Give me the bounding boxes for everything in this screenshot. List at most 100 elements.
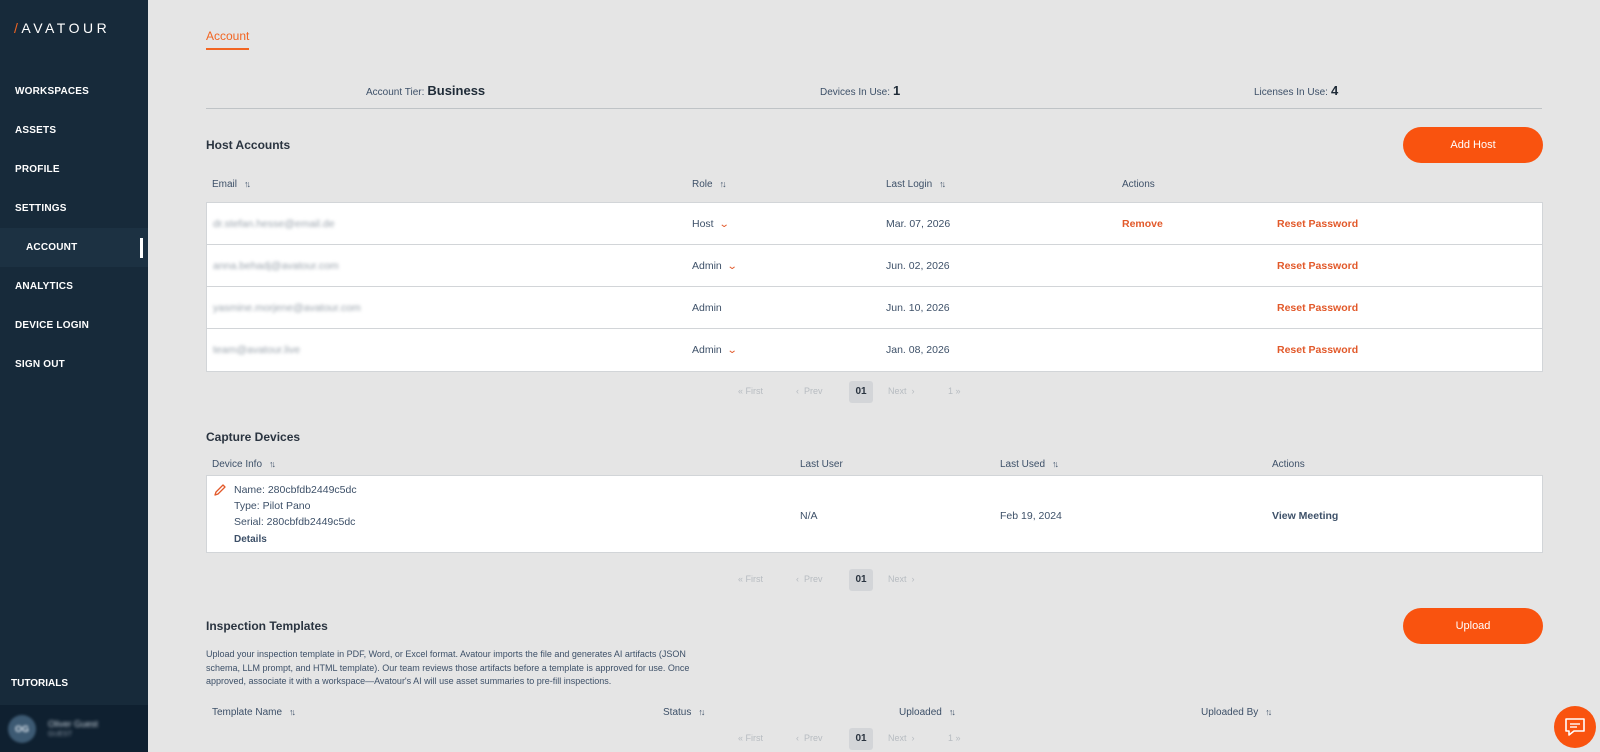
pagination-first[interactable]: « First	[738, 574, 763, 584]
column-header-status[interactable]: Status ↑↓	[663, 707, 705, 718]
column-header-role[interactable]: Role ↑↓	[692, 179, 727, 190]
last-used-cell: Feb 19, 2024	[1000, 510, 1062, 522]
column-header-device-actions: Actions	[1272, 459, 1305, 470]
last-user-cell: N/A	[800, 510, 818, 522]
reset-password-button[interactable]: Reset Password	[1277, 245, 1358, 287]
devices-in-use: Devices In Use: 1	[820, 83, 901, 98]
remove-button[interactable]: Remove	[1122, 203, 1163, 245]
pagination-next[interactable]: Next ›	[888, 386, 915, 396]
host-accounts-pagination: « First ‹ Prev 01 Next › 1 »	[738, 381, 988, 403]
chat-icon	[1565, 718, 1585, 736]
sidebar-item-sign-out[interactable]: SIGN OUT	[0, 345, 148, 384]
add-host-button[interactable]: Add Host	[1403, 127, 1543, 163]
reset-password-button[interactable]: Reset Password	[1277, 203, 1358, 245]
sidebar-item-assets[interactable]: ASSETS	[0, 111, 148, 150]
reset-password-button[interactable]: Reset Password	[1277, 329, 1358, 371]
pencil-icon[interactable]	[213, 483, 227, 497]
sidebar-nav: WORKSPACES ASSETS PROFILE SETTINGS ACCOU…	[0, 72, 148, 384]
column-header-uploaded[interactable]: Uploaded ↑↓	[899, 707, 956, 718]
sidebar: /AVATOUR WORKSPACES ASSETS PROFILE SETTI…	[0, 0, 148, 752]
capture-devices-title: Capture Devices	[206, 430, 301, 444]
sort-arrows-icon[interactable]: ↑↓	[720, 179, 727, 189]
column-header-last-used[interactable]: Last Used ↑↓	[1000, 459, 1059, 470]
pagination-last[interactable]: 1 »	[948, 733, 961, 743]
capture-devices-table: Name: 280cbfdb2449c5dc Type: Pilot Pano …	[206, 475, 1543, 553]
column-header-last-login[interactable]: Last Login ↑↓	[886, 179, 946, 190]
pagination-current-page[interactable]: 01	[849, 569, 873, 591]
sort-arrows-icon[interactable]: ↑↓	[949, 707, 956, 717]
pagination-current-page[interactable]: 01	[849, 381, 873, 403]
chevron-down-icon: ⌄	[726, 345, 738, 356]
upload-button[interactable]: Upload	[1403, 608, 1543, 644]
sidebar-item-analytics[interactable]: ANALYTICS	[0, 267, 148, 306]
pagination-prev[interactable]: ‹ Prev	[796, 733, 823, 743]
email-cell: anna.behadj@avatour.com	[213, 260, 339, 272]
inspection-templates-title: Inspection Templates	[206, 619, 328, 633]
pagination-current-page[interactable]: 01	[849, 728, 873, 750]
email-cell: dr.stefan.hesse@email.de	[213, 218, 335, 230]
pagination-last[interactable]: 1 »	[948, 386, 961, 396]
pagination-next[interactable]: Next ›	[888, 574, 915, 584]
chat-button[interactable]	[1554, 706, 1596, 748]
view-meeting-button[interactable]: View Meeting	[1272, 510, 1338, 522]
pagination-prev[interactable]: ‹ Prev	[796, 386, 823, 396]
sidebar-item-device-login[interactable]: DEVICE LOGIN	[0, 306, 148, 345]
chevron-down-icon: ⌄	[726, 261, 738, 272]
table-row: yasmine.morjene@avatour.com Admin Jun. 1…	[207, 287, 1542, 329]
sort-arrows-icon[interactable]: ↑↓	[1265, 707, 1272, 717]
column-header-uploaded-by[interactable]: Uploaded By ↑↓	[1201, 707, 1272, 718]
account-stats: Account Tier: Business Devices In Use: 1 L…	[206, 79, 1542, 109]
avatour-logo[interactable]: /AVATOUR	[14, 20, 110, 36]
pagination-first[interactable]: « First	[738, 733, 763, 743]
active-indicator	[140, 238, 143, 258]
device-type: Type: Pilot Pano	[234, 500, 311, 512]
tab-account[interactable]: Account	[206, 29, 250, 50]
device-serial: Serial: 280cbfdb2449c5dc	[234, 516, 356, 528]
user-name: Oliver Guest	[48, 719, 99, 729]
user-profile[interactable]: OG Oliver Guest GUEST	[0, 705, 148, 752]
device-name: Name: 280cbfdb2449c5dc	[234, 484, 357, 496]
sidebar-item-account[interactable]: ACCOUNT	[0, 228, 148, 267]
role-dropdown[interactable]: Host ⌄	[692, 203, 729, 245]
sidebar-item-settings[interactable]: SETTINGS	[0, 189, 148, 228]
avatar: OG	[8, 715, 36, 743]
column-header-email[interactable]: Email ↑↓	[212, 179, 251, 190]
sidebar-item-label: ACCOUNT	[26, 242, 78, 253]
column-header-last-user: Last User	[800, 459, 843, 470]
sort-arrows-icon[interactable]: ↑↓	[269, 459, 276, 469]
last-login-cell: Mar. 07, 2026	[886, 218, 951, 230]
sidebar-item-tutorials[interactable]: TUTORIALS	[11, 678, 68, 689]
pagination-prev[interactable]: ‹ Prev	[796, 574, 823, 584]
column-header-template-name[interactable]: Template Name ↑↓	[212, 707, 296, 718]
user-role: GUEST	[48, 731, 73, 738]
licenses-in-use: Licenses In Use: 4	[1254, 83, 1339, 98]
inspection-templates-description: Upload your inspection template in PDF, …	[206, 649, 690, 686]
inspection-templates-pagination: « First ‹ Prev 01 Next › 1 »	[738, 728, 988, 750]
column-header-actions: Actions	[1122, 179, 1155, 190]
host-accounts-title: Host Accounts	[206, 138, 291, 152]
pagination-next[interactable]: Next ›	[888, 733, 915, 743]
role-dropdown[interactable]: Admin ⌄	[692, 329, 738, 371]
email-cell: team@avatour.live	[213, 344, 301, 356]
reset-password-button[interactable]: Reset Password	[1277, 287, 1358, 329]
email-cell: yasmine.morjene@avatour.com	[213, 302, 361, 314]
last-login-cell: Jun. 10, 2026	[886, 302, 950, 314]
table-row: team@avatour.live Admin ⌄ Jan. 08, 2026 R…	[207, 329, 1542, 371]
sidebar-item-profile[interactable]: PROFILE	[0, 150, 148, 189]
sort-arrows-icon[interactable]: ↑↓	[244, 179, 251, 189]
sort-arrows-icon[interactable]: ↑↓	[1052, 459, 1059, 469]
sort-arrows-icon[interactable]: ↑↓	[289, 707, 296, 717]
account-tier: Account Tier: Business	[366, 83, 486, 98]
role-dropdown[interactable]: Admin ⌄	[692, 245, 738, 287]
last-login-cell: Jun. 02, 2026	[886, 260, 950, 272]
role-cell: Admin	[692, 302, 722, 314]
host-accounts-table: dr.stefan.hesse@email.de Host ⌄ Mar. 07, …	[206, 202, 1543, 372]
device-details-link[interactable]: Details	[234, 534, 267, 545]
table-row: anna.behadj@avatour.com Admin ⌄ Jun. 02, …	[207, 245, 1542, 287]
sort-arrows-icon[interactable]: ↑↓	[939, 179, 946, 189]
sort-arrows-icon[interactable]: ↑↓	[698, 707, 705, 717]
sidebar-item-workspaces[interactable]: WORKSPACES	[0, 72, 148, 111]
column-header-device-info[interactable]: Device Info ↑↓	[212, 459, 276, 470]
capture-devices-pagination: « First ‹ Prev 01 Next ›	[738, 569, 988, 591]
pagination-first[interactable]: « First	[738, 386, 763, 396]
